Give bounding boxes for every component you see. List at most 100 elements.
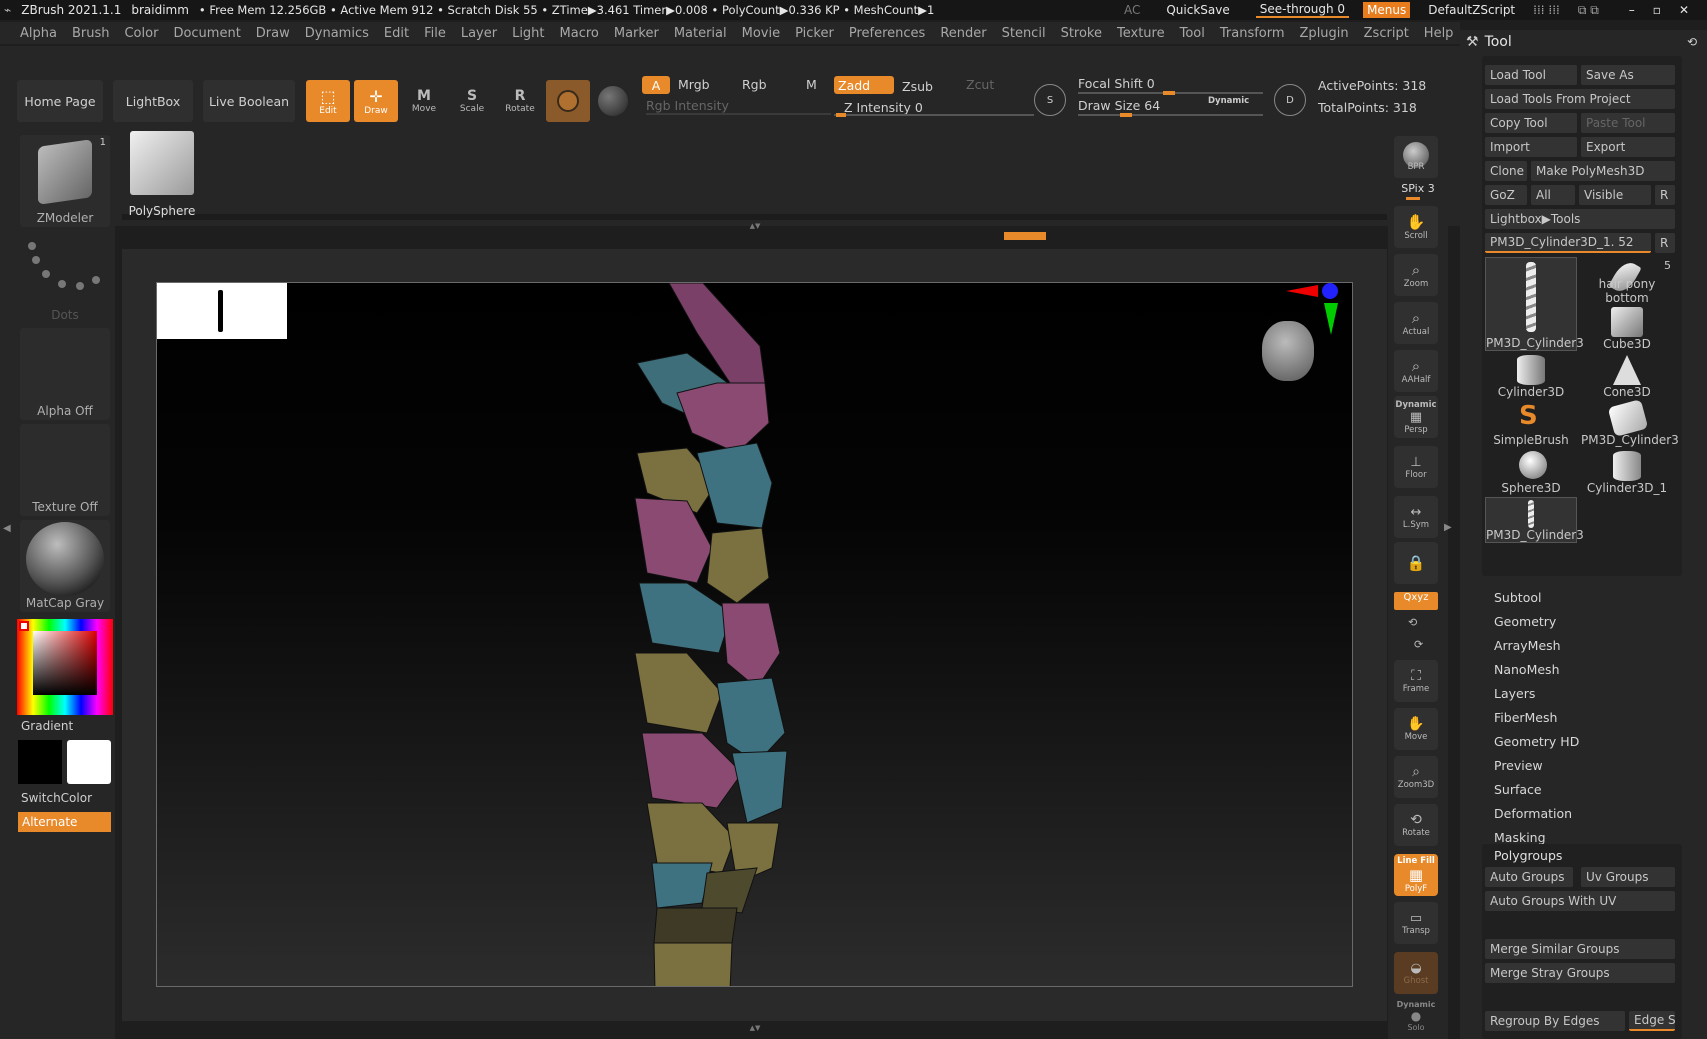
see-through-slider[interactable]: See-through 0 <box>1255 2 1350 18</box>
lock-button[interactable]: 🔒 <box>1394 542 1438 584</box>
m-button[interactable]: M <box>806 77 817 92</box>
polygroups-header[interactable]: Polygroups <box>1494 848 1562 863</box>
menu-stencil[interactable]: Stencil <box>1002 26 1046 41</box>
lightbox-tools-button[interactable]: Lightbox▶Tools <box>1485 209 1675 229</box>
ui-size-icon[interactable]: ⁞⁞⁞ ⁞⁞⁞ <box>1533 3 1560 17</box>
material-swatch-button[interactable] <box>546 80 590 122</box>
menu-picker[interactable]: Picker <box>795 26 834 41</box>
tool-thumb-1[interactable]: 5 hair pony bottom <box>1581 257 1673 305</box>
menu-transform[interactable]: Transform <box>1220 26 1285 41</box>
load-tool-button[interactable]: Load Tool <box>1485 65 1577 85</box>
menu-dynamics[interactable]: Dynamics <box>305 26 369 41</box>
dynamic-toggle[interactable]: Dynamic <box>1208 96 1249 106</box>
focal-shift-knob[interactable] <box>1163 91 1175 95</box>
clone-button[interactable]: Clone <box>1485 161 1527 181</box>
auto-groups-button[interactable]: Auto Groups <box>1485 867 1573 887</box>
goz-visible-button[interactable]: Visible <box>1579 185 1651 205</box>
regroup-by-edges-button[interactable]: Regroup By Edges <box>1485 1011 1625 1031</box>
menu-zplugin[interactable]: Zplugin <box>1300 26 1349 41</box>
tool-thumb-6[interactable]: PM3D_Cylinder3 <box>1581 399 1679 447</box>
scale-mode-button[interactable]: S Scale <box>450 80 494 122</box>
primary-color-marker[interactable] <box>19 621 29 631</box>
minimize-icon[interactable]: – <box>1629 3 1635 17</box>
subpalette-nanomesh[interactable]: NanoMesh <box>1494 662 1560 677</box>
bottom-collapse-handle[interactable]: ▲▼ <box>692 1024 818 1036</box>
home-page-button[interactable]: Home Page <box>17 80 103 122</box>
ac-label[interactable]: AC <box>1124 3 1140 17</box>
menu-file[interactable]: File <box>424 26 446 41</box>
menu-color[interactable]: Color <box>124 26 158 41</box>
draw-size-label[interactable]: Draw Size 64 <box>1078 98 1160 113</box>
menus-toggle[interactable]: Menus <box>1363 2 1411 18</box>
subpalette-masking[interactable]: Masking <box>1494 830 1546 845</box>
draw-size-knob[interactable] <box>1120 113 1132 117</box>
subpalette-arraymesh[interactable]: ArrayMesh <box>1494 638 1561 653</box>
right-tray-collapse-icon[interactable]: ▶ <box>1444 522 1452 533</box>
tool-thumb-2[interactable]: Cube3D <box>1581 305 1673 351</box>
maximize-icon[interactable]: ▫ <box>1653 3 1661 17</box>
lsym-button[interactable]: ↔ L.Sym <box>1394 496 1438 538</box>
export-button[interactable]: Export <box>1581 137 1675 157</box>
actual-button[interactable]: ⌕ Actual <box>1394 302 1438 344</box>
frame-button[interactable]: ⛶ Frame <box>1394 660 1438 702</box>
mrgb-button[interactable]: Mrgb <box>678 77 710 92</box>
a-toggle[interactable]: A <box>642 76 670 94</box>
menu-light[interactable]: Light <box>512 26 544 41</box>
menu-layer[interactable]: Layer <box>461 26 497 41</box>
menu-edit[interactable]: Edit <box>384 26 409 41</box>
edit-mode-button[interactable]: ⬚ Edit <box>306 80 350 122</box>
z-intensity-slider[interactable] <box>834 114 1034 116</box>
zoom3d-button[interactable]: ⌕ Zoom3D <box>1394 756 1438 798</box>
copy-tool-button[interactable]: Copy Tool <box>1485 113 1577 133</box>
default-zscript-button[interactable]: DefaultZScript <box>1428 3 1515 17</box>
move-mode-button[interactable]: M Move <box>402 80 446 122</box>
tool-thumb-4[interactable]: Cone3D <box>1581 353 1673 399</box>
draw-mode-button[interactable]: ✛ Draw <box>354 80 398 122</box>
ghost-button[interactable]: ◒ Ghost <box>1394 952 1438 994</box>
edge-sensitivity-slider[interactable]: Edge Se <box>1629 1011 1675 1031</box>
focal-shift-icon[interactable]: S <box>1034 84 1066 116</box>
menu-marker[interactable]: Marker <box>614 26 659 41</box>
merge-similar-groups-button[interactable]: Merge Similar Groups <box>1485 939 1675 959</box>
timeline-marker[interactable] <box>1004 232 1046 240</box>
subpalette-surface[interactable]: Surface <box>1494 782 1542 797</box>
texture-selector[interactable]: Texture Off <box>20 424 110 516</box>
material-selector[interactable]: MatCap Gray <box>20 520 110 612</box>
alternate-button[interactable]: Alternate <box>18 812 111 832</box>
polysphere-thumb[interactable] <box>127 131 197 201</box>
auto-groups-with-uv-button[interactable]: Auto Groups With UV <box>1485 891 1675 911</box>
tool-thumb-3[interactable]: Cylinder3D <box>1485 353 1577 399</box>
transp-button[interactable]: ▭ Transp <box>1394 902 1438 944</box>
rgb-intensity-slider[interactable] <box>646 113 831 115</box>
switchcolor-button[interactable]: SwitchColor <box>21 791 92 805</box>
import-button[interactable]: Import <box>1485 137 1577 157</box>
alpha-selector[interactable]: Alpha Off <box>20 328 110 420</box>
tool-thumb-8[interactable]: Cylinder3D_1 <box>1581 449 1673 495</box>
tool-thumb-9[interactable]: PM3D_Cylinder3 <box>1485 497 1584 543</box>
solo-button[interactable]: Dynamic ● Solo <box>1394 1000 1438 1039</box>
lightbox-button[interactable]: LightBox <box>113 80 193 122</box>
layout-icon[interactable]: ⧉ ⧉ <box>1578 3 1599 18</box>
goz-all-button[interactable]: All <box>1531 185 1575 205</box>
menu-document[interactable]: Document <box>173 26 240 41</box>
main-color-swatch[interactable] <box>67 740 111 784</box>
xyz-rotate-toggle[interactable]: Qxyz <box>1394 592 1438 610</box>
menu-render[interactable]: Render <box>940 26 986 41</box>
rgb-intensity-label[interactable]: Rgb Intensity <box>646 98 729 113</box>
menu-help[interactable]: Help <box>1424 26 1454 41</box>
tool-thumb-0[interactable]: PM3D_Cylinder3 <box>1485 257 1584 351</box>
tool-thumb-5[interactable]: S SimpleBrush <box>1485 401 1577 447</box>
zsub-button[interactable]: Zsub <box>902 79 933 94</box>
rotate-view-button[interactable]: ⟲ Rotate <box>1394 804 1438 846</box>
load-tools-from-project-button[interactable]: Load Tools From Project <box>1485 89 1675 109</box>
bpr-button[interactable]: BPR <box>1394 136 1438 178</box>
menu-alpha[interactable]: Alpha <box>20 26 57 41</box>
secondary-color-swatch[interactable] <box>18 740 62 784</box>
left-tray-collapse-icon[interactable]: ◀ <box>3 523 11 563</box>
current-tool-slider[interactable]: PM3D_Cylinder3D_1. 52 <box>1485 233 1651 253</box>
subpalette-preview[interactable]: Preview <box>1494 758 1543 773</box>
goz-r-button[interactable]: R <box>1655 185 1675 205</box>
z-rotate-icon[interactable]: ⟳ <box>1414 638 1423 651</box>
subpalette-subtool[interactable]: Subtool <box>1494 590 1541 605</box>
tool-thumb-7[interactable]: Sphere3D <box>1485 449 1577 495</box>
